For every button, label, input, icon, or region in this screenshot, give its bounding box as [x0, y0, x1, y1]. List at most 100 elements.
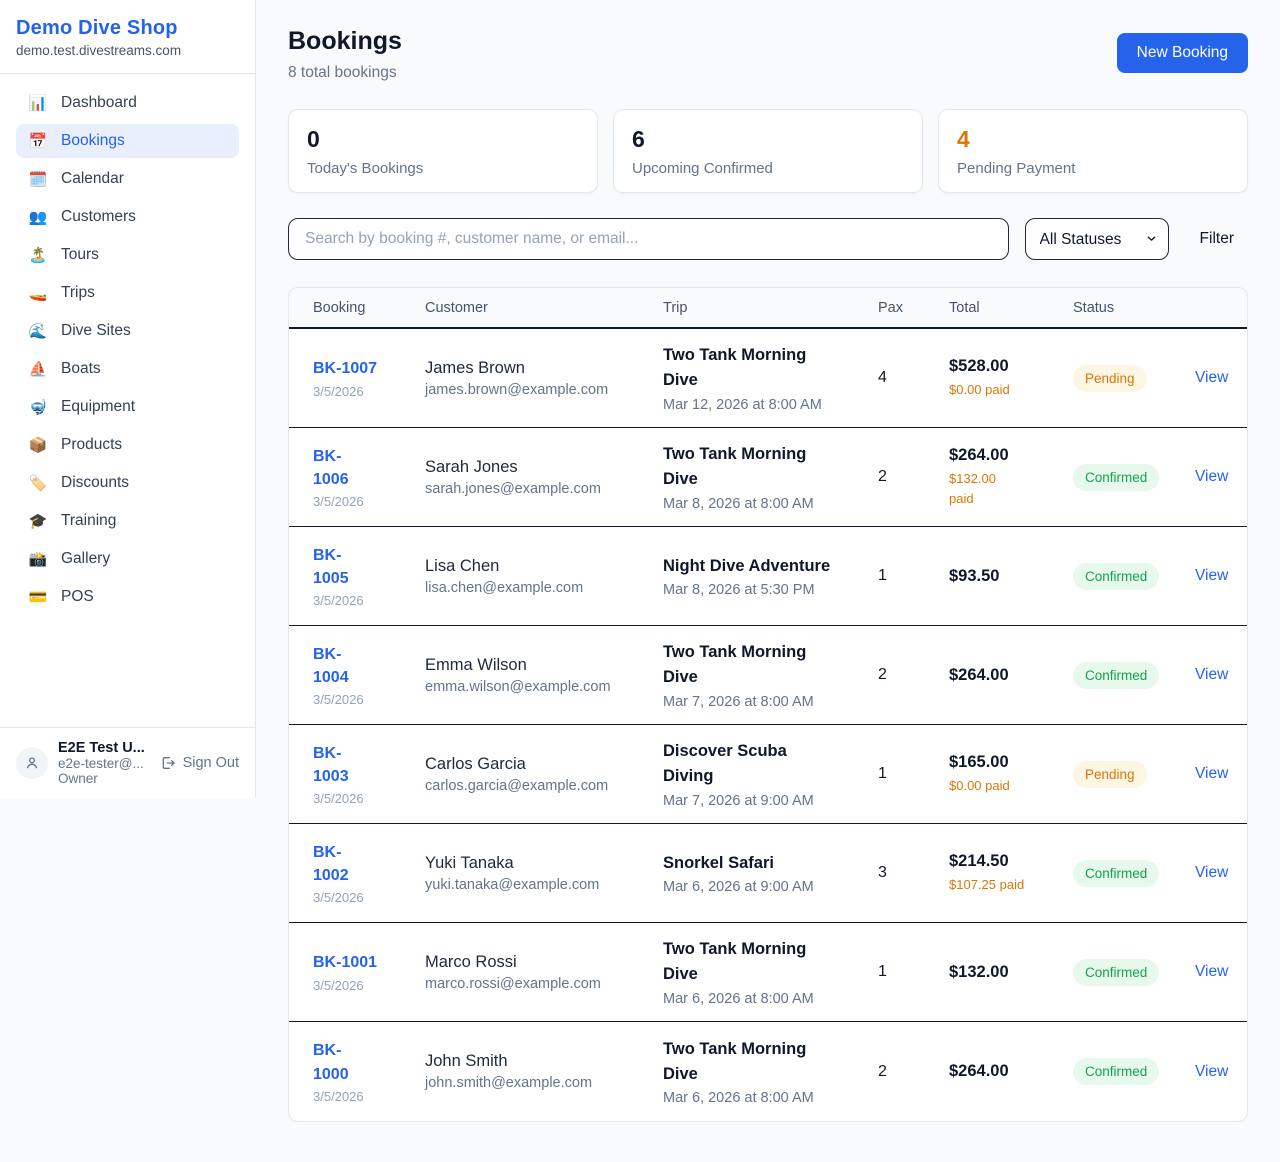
user-section: E2E Test U... e2e-tester@... Owner Sign …: [0, 727, 255, 798]
total-amount: $93.50: [949, 567, 1059, 586]
customer-email: sarah.jones@example.com: [425, 481, 649, 497]
booking-cell: BK-1007 3/5/2026: [313, 357, 425, 398]
sidebar-item-customers[interactable]: 👥 Customers: [16, 200, 239, 234]
status-badge: Confirmed: [1073, 1058, 1159, 1085]
pax-cell: 4: [878, 369, 949, 387]
total-cell: $214.50 $107.25 paid: [949, 852, 1073, 895]
trip-cell: Two Tank Morning Dive Mar 12, 2026 at 8:…: [663, 343, 878, 413]
sidebar-item-discounts[interactable]: 🏷️ Discounts: [16, 466, 239, 500]
status-cell: Confirmed: [1073, 662, 1195, 689]
booking-id-link[interactable]: BK- 1005: [313, 544, 411, 590]
bookings-table: Booking Customer Trip Pax Total Status B…: [288, 287, 1248, 1122]
sidebar-item-trips[interactable]: 🚤 Trips: [16, 276, 239, 310]
status-badge: Confirmed: [1073, 860, 1159, 887]
status-select[interactable]: All Statuses: [1025, 218, 1169, 260]
customer-email: yuki.tanaka@example.com: [425, 877, 649, 893]
booking-date: 3/5/2026: [313, 978, 411, 993]
diving-mask-icon: 🤿: [28, 398, 48, 416]
view-link[interactable]: View: [1195, 567, 1228, 584]
trip-datetime: Mar 6, 2026 at 8:00 AM: [663, 991, 864, 1007]
booking-date: 3/5/2026: [313, 593, 411, 608]
sidebar-item-label: Boats: [61, 360, 101, 378]
spiral-calendar-icon: 🗓️: [28, 170, 48, 188]
trip-cell: Two Tank Morning Dive Mar 6, 2026 at 8:0…: [663, 937, 878, 1007]
booking-id-link[interactable]: BK- 1004: [313, 643, 411, 689]
sidebar: Demo Dive Shop demo.test.divestreams.com…: [0, 0, 256, 798]
total-cell: $264.00: [949, 1062, 1073, 1081]
column-header-status: Status: [1073, 300, 1195, 316]
sidebar-item-products[interactable]: 📦 Products: [16, 428, 239, 462]
sidebar-item-pos[interactable]: 💳 POS: [16, 580, 239, 614]
status-badge: Pending: [1073, 761, 1147, 788]
paid-amount: $107.25 paid: [949, 875, 1059, 895]
sidebar-item-dive-sites[interactable]: 🌊 Dive Sites: [16, 314, 239, 348]
new-booking-button[interactable]: New Booking: [1117, 33, 1248, 73]
stat-card-upcoming-confirmed: 6 Upcoming Confirmed: [613, 109, 923, 193]
booking-id-link[interactable]: BK-1007: [313, 357, 411, 380]
view-link[interactable]: View: [1195, 864, 1228, 881]
shop-name: Demo Dive Shop: [16, 17, 239, 40]
view-link[interactable]: View: [1195, 963, 1228, 980]
sidebar-item-equipment[interactable]: 🤿 Equipment: [16, 390, 239, 424]
sidebar-item-boats[interactable]: ⛵ Boats: [16, 352, 239, 386]
booking-id-link[interactable]: BK- 1006: [313, 445, 411, 491]
booking-id-link[interactable]: BK- 1002: [313, 841, 411, 887]
table-row: BK- 1002 3/5/2026 Yuki Tanaka yuki.tanak…: [289, 824, 1247, 923]
view-link[interactable]: View: [1195, 765, 1228, 782]
pax-cell: 1: [878, 567, 949, 585]
total-amount: $264.00: [949, 446, 1059, 465]
booking-id-link[interactable]: BK-1001: [313, 951, 411, 974]
sign-out-label: Sign Out: [183, 755, 239, 771]
filter-button[interactable]: Filter: [1200, 230, 1234, 248]
status-badge: Confirmed: [1073, 563, 1159, 590]
total-cell: $528.00 $0.00 paid: [949, 357, 1073, 400]
bar-chart-icon: 📊: [28, 94, 48, 112]
stat-card-pending-payment: 4 Pending Payment: [938, 109, 1248, 193]
action-cell: View: [1195, 369, 1242, 387]
view-link[interactable]: View: [1195, 1063, 1228, 1080]
booking-id-link[interactable]: BK- 1000: [313, 1039, 411, 1085]
view-link[interactable]: View: [1195, 666, 1228, 683]
sign-out-button[interactable]: Sign Out: [160, 755, 239, 771]
trip-name: Two Tank Morning Dive: [663, 343, 864, 393]
total-bookings-count: 8 total bookings: [288, 64, 402, 82]
booking-cell: BK- 1004 3/5/2026: [313, 643, 425, 707]
search-input[interactable]: [288, 218, 1009, 260]
stat-value: 0: [307, 126, 579, 153]
sidebar-item-bookings[interactable]: 📅 Bookings: [16, 124, 239, 158]
sidebar-item-gallery[interactable]: 📸 Gallery: [16, 542, 239, 576]
customer-cell: Lisa Chen lisa.chen@example.com: [425, 557, 663, 596]
booking-id-link[interactable]: BK- 1003: [313, 742, 411, 788]
sidebar-item-training[interactable]: 🎓 Training: [16, 504, 239, 538]
customer-email: emma.wilson@example.com: [425, 679, 649, 695]
customer-email: james.brown@example.com: [425, 382, 649, 398]
column-header-customer: Customer: [425, 300, 663, 316]
sidebar-item-label: POS: [61, 588, 94, 606]
sidebar-item-tours[interactable]: 🏝️ Tours: [16, 238, 239, 272]
total-amount: $132.00: [949, 963, 1059, 982]
trip-cell: Two Tank Morning Dive Mar 8, 2026 at 8:0…: [663, 442, 878, 512]
booking-cell: BK- 1003 3/5/2026: [313, 742, 425, 806]
booking-cell: BK-1001 3/5/2026: [313, 951, 425, 992]
sidebar-item-label: Tours: [61, 246, 99, 264]
sidebar-item-label: Dive Sites: [61, 322, 131, 340]
table-row: BK- 1004 3/5/2026 Emma Wilson emma.wilso…: [289, 626, 1247, 725]
view-link[interactable]: View: [1195, 468, 1228, 485]
sidebar-item-calendar[interactable]: 🗓️ Calendar: [16, 162, 239, 196]
customer-name: Sarah Jones: [425, 458, 649, 477]
action-cell: View: [1195, 963, 1242, 981]
trip-name: Night Dive Adventure: [663, 554, 864, 579]
sidebar-item-dashboard[interactable]: 📊 Dashboard: [16, 86, 239, 120]
trip-datetime: Mar 6, 2026 at 9:00 AM: [663, 879, 864, 895]
status-badge: Pending: [1073, 365, 1147, 392]
trip-name: Discover Scuba Diving: [663, 739, 864, 789]
stat-label: Upcoming Confirmed: [632, 160, 904, 177]
customer-cell: James Brown james.brown@example.com: [425, 359, 663, 398]
sidebar-item-label: Products: [61, 436, 122, 454]
trip-name: Two Tank Morning Dive: [663, 1037, 864, 1087]
pax-cell: 1: [878, 765, 949, 783]
view-link[interactable]: View: [1195, 369, 1228, 386]
action-cell: View: [1195, 765, 1242, 783]
user-email: e2e-tester@...: [58, 756, 150, 771]
package-icon: 📦: [28, 436, 48, 454]
